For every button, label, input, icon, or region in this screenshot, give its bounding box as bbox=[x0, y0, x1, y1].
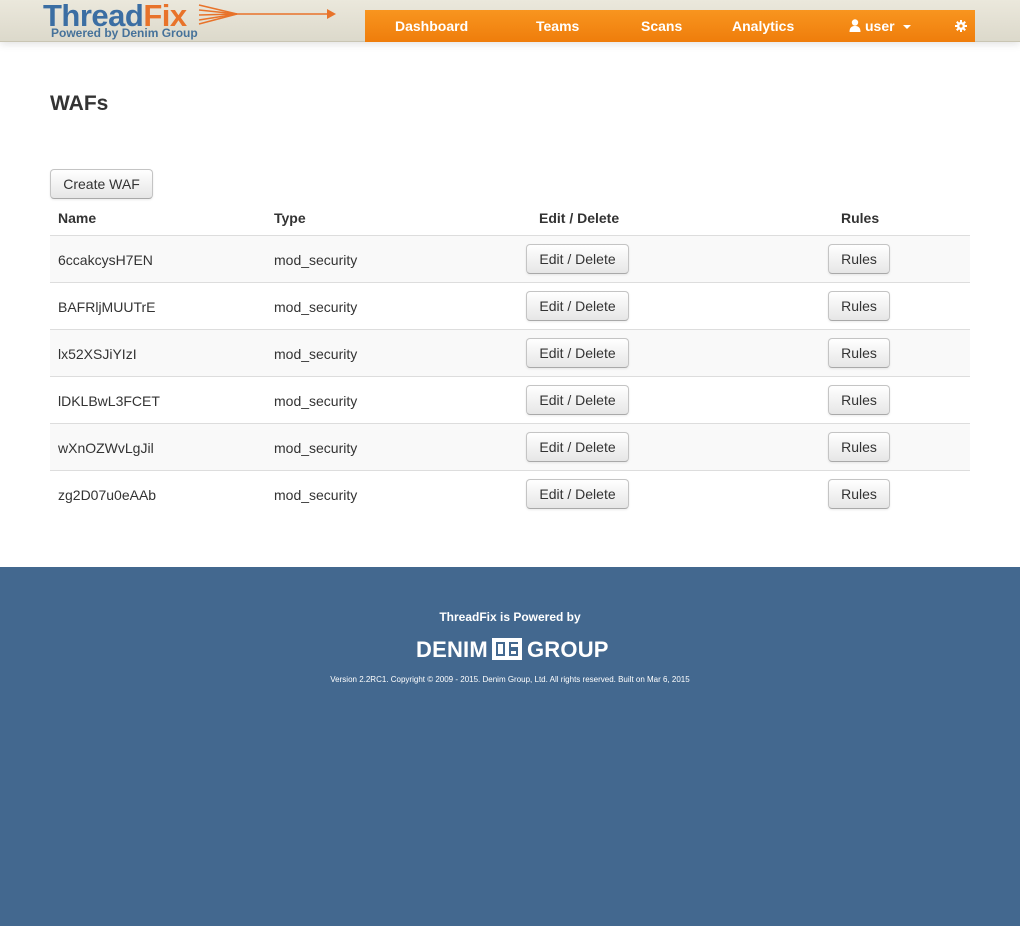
nav-dashboard[interactable]: Dashboard bbox=[395, 10, 468, 42]
user-name: user bbox=[865, 18, 895, 34]
table-row: lx52XSJiYIzI mod_security Edit / Delete … bbox=[50, 330, 970, 377]
top-header: ThreadFix Powered by Denim Group Dashboa… bbox=[0, 0, 1020, 42]
edit-delete-button[interactable]: Edit / Delete bbox=[526, 432, 629, 462]
rules-button[interactable]: Rules bbox=[828, 432, 890, 462]
nav-scans[interactable]: Scans bbox=[641, 10, 682, 42]
waf-table: Name Type Edit / Delete Rules 6ccakcysH7… bbox=[50, 200, 970, 518]
column-header-name: Name bbox=[58, 210, 97, 226]
waf-name: wXnOZWvLgJil bbox=[58, 440, 154, 456]
edit-delete-button[interactable]: Edit / Delete bbox=[526, 244, 629, 274]
rules-button[interactable]: Rules bbox=[828, 479, 890, 509]
settings-button[interactable] bbox=[955, 10, 967, 42]
edit-delete-button[interactable]: Edit / Delete bbox=[526, 291, 629, 321]
edit-delete-button[interactable]: Edit / Delete bbox=[526, 338, 629, 368]
denim-group-mark-icon bbox=[492, 638, 522, 660]
waf-type: mod_security bbox=[274, 487, 358, 503]
waf-type: mod_security bbox=[274, 299, 358, 315]
table-row: 6ccakcysH7EN mod_security Edit / Delete … bbox=[50, 236, 970, 283]
waf-name: lDKLBwL3FCET bbox=[58, 393, 160, 409]
table-row: zg2D07u0eAAb mod_security Edit / Delete … bbox=[50, 471, 970, 518]
gear-icon bbox=[955, 20, 967, 32]
nav-teams[interactable]: Teams bbox=[536, 10, 579, 42]
waf-type: mod_security bbox=[274, 252, 358, 268]
waf-name: 6ccakcysH7EN bbox=[58, 252, 153, 268]
page-title: WAFs bbox=[50, 92, 109, 115]
denim-logo-word-2: GROUP bbox=[527, 637, 609, 662]
nav-user-menu[interactable]: user bbox=[849, 10, 911, 42]
rules-button[interactable]: Rules bbox=[828, 291, 890, 321]
denim-logo-word-1: DENIM bbox=[416, 637, 488, 662]
denim-group-logo: DENIM GROUP bbox=[416, 636, 609, 662]
page-footer: ThreadFix is Powered by DENIM GROUP Vers… bbox=[0, 567, 1020, 926]
waf-name: BAFRljMUUTrE bbox=[58, 299, 156, 315]
waf-type: mod_security bbox=[274, 346, 358, 362]
rules-button[interactable]: Rules bbox=[828, 244, 890, 274]
waf-name: lx52XSJiYIzI bbox=[58, 346, 137, 362]
edit-delete-button[interactable]: Edit / Delete bbox=[526, 385, 629, 415]
edit-delete-button[interactable]: Edit / Delete bbox=[526, 479, 629, 509]
footer-powered-by: ThreadFix is Powered by bbox=[439, 610, 581, 624]
rules-button[interactable]: Rules bbox=[828, 385, 890, 415]
logo-arrow-icon bbox=[198, 4, 336, 25]
nav-analytics[interactable]: Analytics bbox=[732, 10, 794, 42]
waf-name: zg2D07u0eAAb bbox=[58, 487, 157, 503]
table-row: wXnOZWvLgJil mod_security Edit / Delete … bbox=[50, 424, 970, 471]
waf-type: mod_security bbox=[274, 393, 358, 409]
caret-down-icon bbox=[902, 25, 911, 30]
table-header: Name Type Edit / Delete Rules bbox=[50, 200, 970, 236]
threadfix-logo[interactable]: ThreadFix Powered by Denim Group bbox=[43, 0, 336, 42]
rules-button[interactable]: Rules bbox=[828, 338, 890, 368]
column-header-edit-delete: Edit / Delete bbox=[539, 210, 620, 226]
table-row: lDKLBwL3FCET mod_security Edit / Delete … bbox=[50, 377, 970, 424]
main-nav: Dashboard Teams Scans Analytics user bbox=[365, 10, 975, 42]
table-row: BAFRljMUUTrE mod_security Edit / Delete … bbox=[50, 283, 970, 330]
logo-tagline: Powered by Denim Group bbox=[51, 26, 198, 40]
waf-type: mod_security bbox=[274, 440, 358, 456]
column-header-rules: Rules bbox=[841, 210, 880, 226]
footer-copyright: Version 2.2RC1. Copyright © 2009 - 2015.… bbox=[330, 675, 690, 684]
user-icon bbox=[849, 19, 861, 32]
create-waf-button[interactable]: Create WAF bbox=[50, 169, 153, 199]
column-header-type: Type bbox=[274, 210, 306, 226]
